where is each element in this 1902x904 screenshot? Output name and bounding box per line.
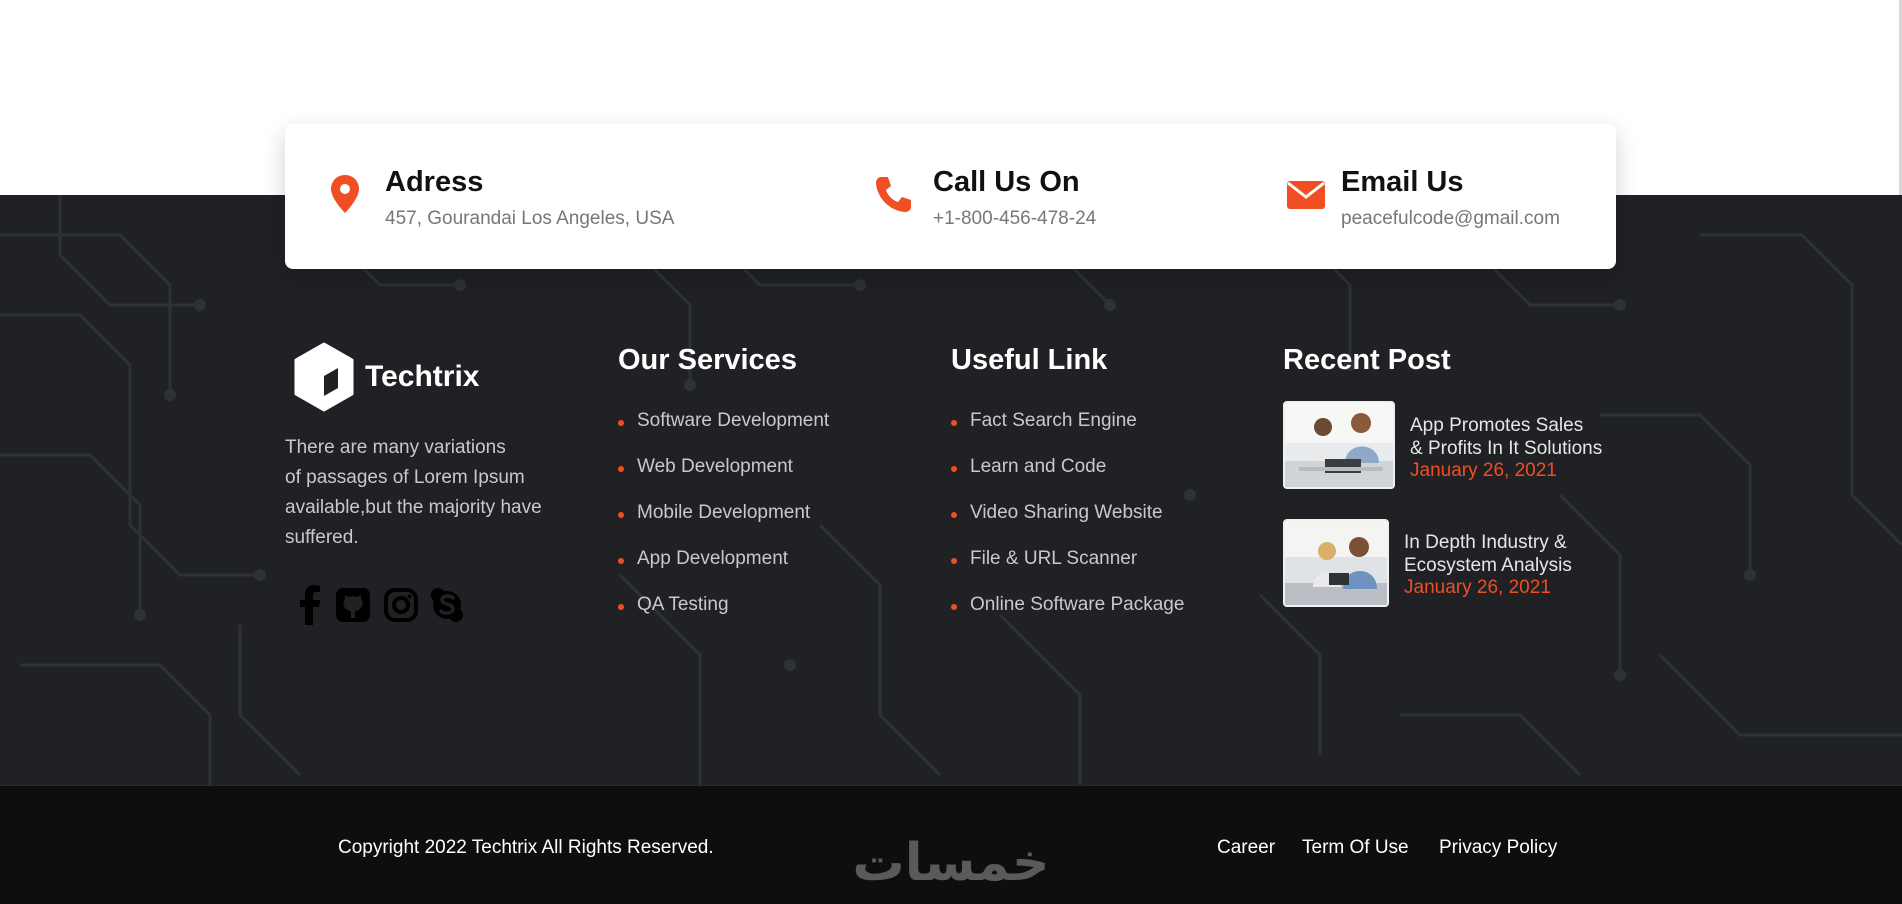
contact-address-value: 457, Gourandai Los Angeles, USA xyxy=(385,208,675,229)
useful-item-label: Fact Search Engine xyxy=(970,410,1137,431)
instagram-icon[interactable] xyxy=(383,585,419,625)
post-thumbnail[interactable] xyxy=(1283,401,1395,489)
services-item[interactable]: Software Development xyxy=(618,410,829,456)
phone-icon xyxy=(876,177,911,212)
page: Adress 457, Gourandai Los Angeles, USA C… xyxy=(0,0,1902,904)
bullet-icon xyxy=(618,558,624,564)
bullet-icon xyxy=(951,558,957,564)
useful-item[interactable]: File & URL Scanner xyxy=(951,548,1184,594)
facebook-icon[interactable] xyxy=(293,585,329,625)
about-line: suffered. xyxy=(285,527,359,548)
services-item[interactable]: QA Testing xyxy=(618,594,829,640)
contact-address-title: Adress xyxy=(385,166,484,198)
post-title-line: App Promotes Sales xyxy=(1410,415,1584,436)
bullet-icon xyxy=(951,604,957,610)
cube-logo-icon xyxy=(294,342,354,412)
bullet-icon xyxy=(618,604,624,610)
contact-phone-value: +1-800-456-478-24 xyxy=(933,208,1097,229)
post-title-line: Ecosystem Analysis xyxy=(1404,555,1572,576)
services-item[interactable]: Mobile Development xyxy=(618,502,829,548)
services-item-label: Mobile Development xyxy=(637,502,811,523)
post-image xyxy=(1285,403,1393,487)
post-date: January 26, 2021 xyxy=(1410,460,1557,481)
footer-link-career[interactable]: Career xyxy=(1217,837,1275,859)
services-item[interactable]: App Development xyxy=(618,548,829,594)
useful-item[interactable]: Learn and Code xyxy=(951,456,1184,502)
github-icon[interactable] xyxy=(335,585,371,625)
contact-email-title: Email Us xyxy=(1341,166,1464,198)
useful-item-label: Learn and Code xyxy=(970,456,1107,477)
recent-title: Recent Post xyxy=(1283,344,1451,376)
services-list: Software Development Web Development Mob… xyxy=(618,410,829,640)
useful-item-label: Online Software Package xyxy=(970,594,1185,615)
post-image xyxy=(1285,521,1387,605)
bullet-icon xyxy=(951,466,957,472)
services-item-label: App Development xyxy=(637,548,789,569)
useful-item[interactable]: Online Software Package xyxy=(951,594,1184,640)
watermark-logo: خمسات xyxy=(852,833,1049,892)
brand-name: Techtrix xyxy=(365,360,480,393)
bullet-icon xyxy=(618,466,624,472)
about-line: There are many variations xyxy=(285,437,506,458)
services-item-label: QA Testing xyxy=(637,594,729,615)
post-thumbnail[interactable] xyxy=(1283,519,1389,607)
about-line: of passages of Lorem Ipsum xyxy=(285,467,525,488)
post-title-line: & Profits In It Solutions xyxy=(1410,438,1603,459)
about-text: There are many variations of passages of… xyxy=(285,433,575,553)
useful-item-label: File & URL Scanner xyxy=(970,548,1138,569)
bullet-icon xyxy=(618,420,624,426)
useful-title: Useful Link xyxy=(951,344,1108,376)
bullet-icon xyxy=(618,512,624,518)
post-title-line: In Depth Industry & xyxy=(1404,532,1567,553)
services-item-label: Software Development xyxy=(637,410,830,431)
contact-card: Adress 457, Gourandai Los Angeles, USA C… xyxy=(285,124,1616,269)
about-line: available,but the majority have xyxy=(285,497,542,518)
copyright-text: Copyright 2022 Techtrix All Rights Reser… xyxy=(338,837,714,858)
bullet-icon xyxy=(951,512,957,518)
skype-icon[interactable] xyxy=(429,585,465,625)
useful-item-label: Video Sharing Website xyxy=(970,502,1163,523)
footer-link-privacy[interactable]: Privacy Policy xyxy=(1439,837,1557,859)
services-item-label: Web Development xyxy=(637,456,793,477)
useful-item[interactable]: Fact Search Engine xyxy=(951,410,1184,456)
services-title: Our Services xyxy=(618,344,797,376)
useful-list: Fact Search Engine Learn and Code Video … xyxy=(951,410,1184,640)
post-date: January 26, 2021 xyxy=(1404,577,1551,598)
services-item[interactable]: Web Development xyxy=(618,456,829,502)
contact-email-value[interactable]: peacefulcode@gmail.com xyxy=(1341,208,1560,230)
envelope-icon xyxy=(1287,181,1325,209)
map-pin-icon xyxy=(331,175,359,213)
useful-item[interactable]: Video Sharing Website xyxy=(951,502,1184,548)
watermark-text: خمسات xyxy=(852,833,1049,892)
bullet-icon xyxy=(951,420,957,426)
footer-link-terms[interactable]: Term Of Use xyxy=(1302,837,1409,859)
contact-phone-title: Call Us On xyxy=(933,166,1080,198)
